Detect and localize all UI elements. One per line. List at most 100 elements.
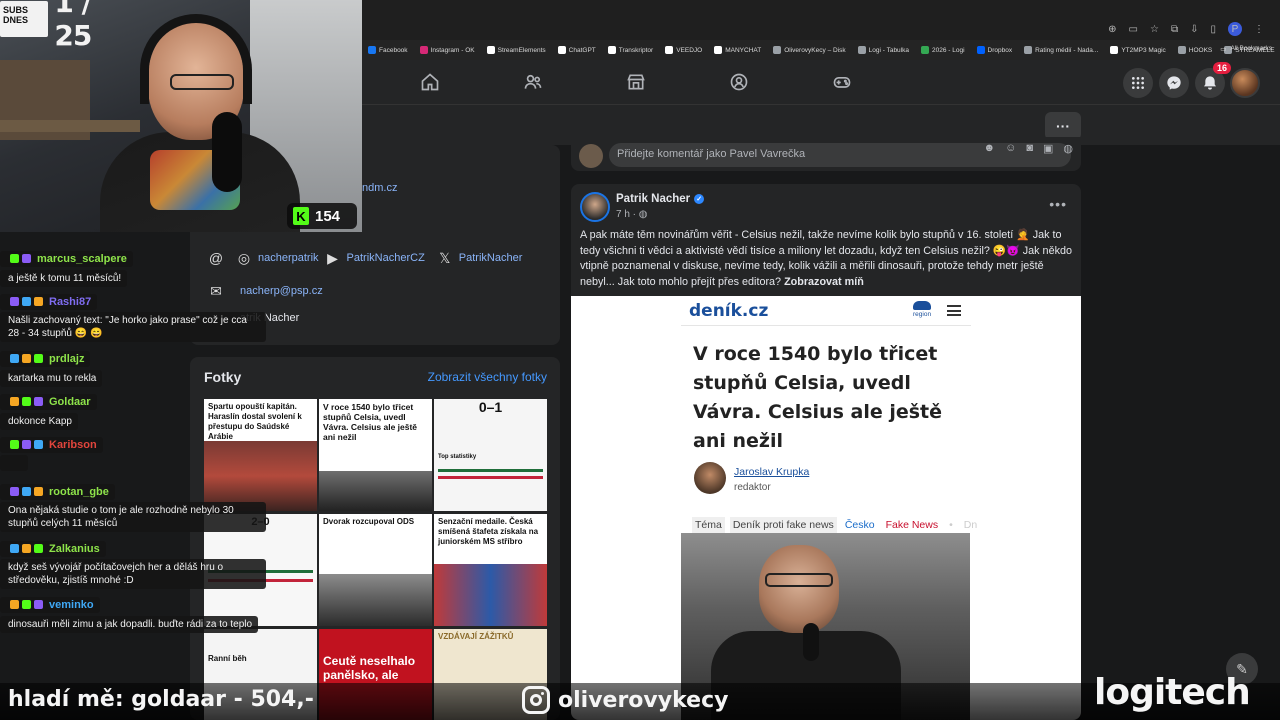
viewer-count: 154 xyxy=(315,207,341,225)
bookmark-item[interactable]: Facebook xyxy=(368,46,408,54)
bookmark-item[interactable]: Transkriptor xyxy=(607,46,653,54)
commenter-avatar xyxy=(579,144,603,168)
chat-badge-icon xyxy=(34,440,43,449)
photo-tile[interactable]: V roce 1540 bylo třicet stupňů Celsia, u… xyxy=(319,399,432,511)
folder-icon: ▭ xyxy=(1220,46,1227,53)
photo-tile[interactable]: Senzační medaile. Česká smíšená štafeta … xyxy=(434,514,547,626)
bookmark-item[interactable]: VEEDJO xyxy=(665,46,702,54)
chat-message-header: Goldaar xyxy=(0,393,97,410)
sidebar-icon[interactable]: ▯ xyxy=(1210,24,1216,35)
bookmark-favicon-icon xyxy=(1177,46,1186,54)
website-link[interactable]: ndm.cz xyxy=(362,182,397,194)
stream-bottom-bar: hladí mě: goldaar - 504,- oliverovykecy xyxy=(0,683,1280,720)
bookmark-favicon-icon xyxy=(419,46,428,54)
chat-username[interactable]: veminko xyxy=(49,599,94,611)
donation-ticker: hladí mě: goldaar - 504,- xyxy=(8,687,314,712)
microphone-icon xyxy=(803,623,819,661)
chat-message-text: dokonce Kapp xyxy=(0,413,78,430)
article-header: deník.cz region xyxy=(681,296,971,326)
bookmark-item[interactable]: 2026 - Logi xyxy=(920,46,965,54)
chat-username[interactable]: prdlajz xyxy=(49,353,84,365)
bookmark-favicon-icon xyxy=(773,46,782,54)
profile-more-button[interactable]: ··· xyxy=(1045,112,1081,140)
bookmark-item[interactable]: ChatGPT xyxy=(557,46,596,54)
denik-logo: deník.cz xyxy=(689,301,769,321)
browser-profile-avatar[interactable]: P xyxy=(1228,22,1242,36)
youtube-link[interactable]: PatrikNacherCZ xyxy=(347,252,425,264)
bookmark-item[interactable]: HOOKS xyxy=(1177,46,1212,54)
gif-icon[interactable]: ▣ xyxy=(1043,142,1053,155)
bookmark-item[interactable]: MANYCHAT xyxy=(714,46,761,54)
avatar-sticker-icon[interactable]: ☻ xyxy=(984,142,996,155)
chat-badge-icon xyxy=(22,487,31,496)
cast-icon[interactable]: ▭ xyxy=(1129,24,1138,35)
emoji-icon[interactable]: ☺ xyxy=(1005,142,1016,155)
bookmark-item[interactable]: Logi - Tabulka xyxy=(857,46,909,54)
article-author: Jaroslav Krupka xyxy=(734,466,810,478)
gaming-icon[interactable] xyxy=(829,70,855,94)
chat-badge-icon xyxy=(10,354,19,363)
bookmark-item[interactable]: Instagram - OK xyxy=(419,46,475,54)
groups-icon[interactable] xyxy=(726,70,752,94)
chat-username[interactable]: Goldaar xyxy=(49,396,91,408)
chat-message-header: Rashi87 xyxy=(0,293,98,310)
region-logo: region xyxy=(913,301,931,318)
bookmark-favicon-icon xyxy=(714,46,723,54)
extensions-icon[interactable]: ⧉ xyxy=(1171,24,1178,35)
sponsor-logo: logitech xyxy=(1094,672,1251,713)
post-options-icon[interactable]: ••• xyxy=(1049,196,1067,212)
see-less-link[interactable]: Zobrazovat míň xyxy=(784,276,864,288)
chat-username[interactable]: Zalkanius xyxy=(49,543,100,555)
chat-message-text: kartarka mu to rekla xyxy=(0,370,103,387)
chat-message: veminko dinosauři měli zimu a jak dopadli… xyxy=(0,596,266,633)
sticker-icon[interactable]: ◍ xyxy=(1063,142,1073,155)
post-author-name[interactable]: Patrik Nacher xyxy=(616,193,690,205)
article-screenshot[interactable]: deník.cz region V roce 1540 bylo třicet … xyxy=(571,296,1081,720)
notifications-bell-icon[interactable]: 16 xyxy=(1195,62,1231,98)
zoom-icon[interactable]: ⊕ xyxy=(1108,24,1116,35)
photo-image xyxy=(434,564,547,626)
post-author[interactable]: Patrik Nacher ✓ xyxy=(616,193,705,205)
x-link[interactable]: PatrikNacher xyxy=(459,252,523,264)
chat-username[interactable]: Karibson xyxy=(49,439,97,451)
browser-toolbar: ⊕ ▭ ☆ ⧉ ⇩ ▯ P ⋮ xyxy=(1108,22,1264,36)
chat-badge-icon xyxy=(10,397,19,406)
bookmark-favicon-icon xyxy=(557,46,566,54)
marketplace-icon[interactable] xyxy=(623,70,649,94)
subs-label: SUBS DNES xyxy=(0,1,49,37)
verified-badge-icon: ✓ xyxy=(694,194,705,204)
menu-grid-icon[interactable] xyxy=(1123,68,1153,98)
all-bookmarks-button[interactable]: ▭ All Bookmarks xyxy=(1220,45,1272,53)
region-cloud-icon xyxy=(913,301,932,310)
chat-message-text: když seš vývojář počítačovejch her a děl… xyxy=(0,559,266,589)
browser-menu-icon[interactable]: ⋮ xyxy=(1254,24,1264,35)
downloads-icon[interactable]: ⇩ xyxy=(1190,24,1198,35)
camera-icon[interactable]: ◙ xyxy=(1026,142,1033,155)
bookmark-item[interactable]: OliverovyKecy – Disk xyxy=(773,46,846,54)
messenger-icon[interactable] xyxy=(1159,68,1189,98)
x-logo-icon: 𝕏 xyxy=(439,249,451,266)
post-time[interactable]: 7 h · ◍ xyxy=(616,209,648,220)
account-avatar[interactable] xyxy=(1230,68,1260,98)
chat-username[interactable]: rootan_gbe xyxy=(49,486,109,498)
tag: Deník proti fake news xyxy=(729,517,837,533)
bookmark-item[interactable]: Rating médií - Nada... xyxy=(1024,46,1098,54)
kick-viewers-badge: K 154 xyxy=(287,203,357,229)
bookmark-item[interactable]: StreamElements xyxy=(486,46,546,54)
chat-username[interactable]: marcus_scalpere xyxy=(37,253,127,265)
bookmark-star-icon[interactable]: ☆ xyxy=(1150,24,1159,35)
photo-tile[interactable]: 0–1 Top statistiky xyxy=(434,399,547,511)
article-author-avatar xyxy=(694,462,726,494)
instagram-link[interactable]: nacherpatrik xyxy=(258,252,319,264)
bookmark-item[interactable]: Dropbox xyxy=(976,46,1012,54)
bookmark-favicon-icon xyxy=(976,46,985,54)
see-all-photos-link[interactable]: Zobrazit všechny fotky xyxy=(428,370,547,384)
post-author-avatar[interactable] xyxy=(580,192,610,222)
chat-badge-icon xyxy=(34,487,43,496)
bookmark-item[interactable]: YT2MP3 Magic xyxy=(1110,46,1166,54)
chat-username[interactable]: Rashi87 xyxy=(49,296,91,308)
friends-icon[interactable] xyxy=(520,70,546,94)
photo-tile[interactable]: Dvorak rozcupoval ODS xyxy=(319,514,432,626)
home-icon[interactable] xyxy=(417,70,443,94)
chat-message: marcus_scalpere a ještě k tomu 11 měsíců! xyxy=(0,250,266,287)
